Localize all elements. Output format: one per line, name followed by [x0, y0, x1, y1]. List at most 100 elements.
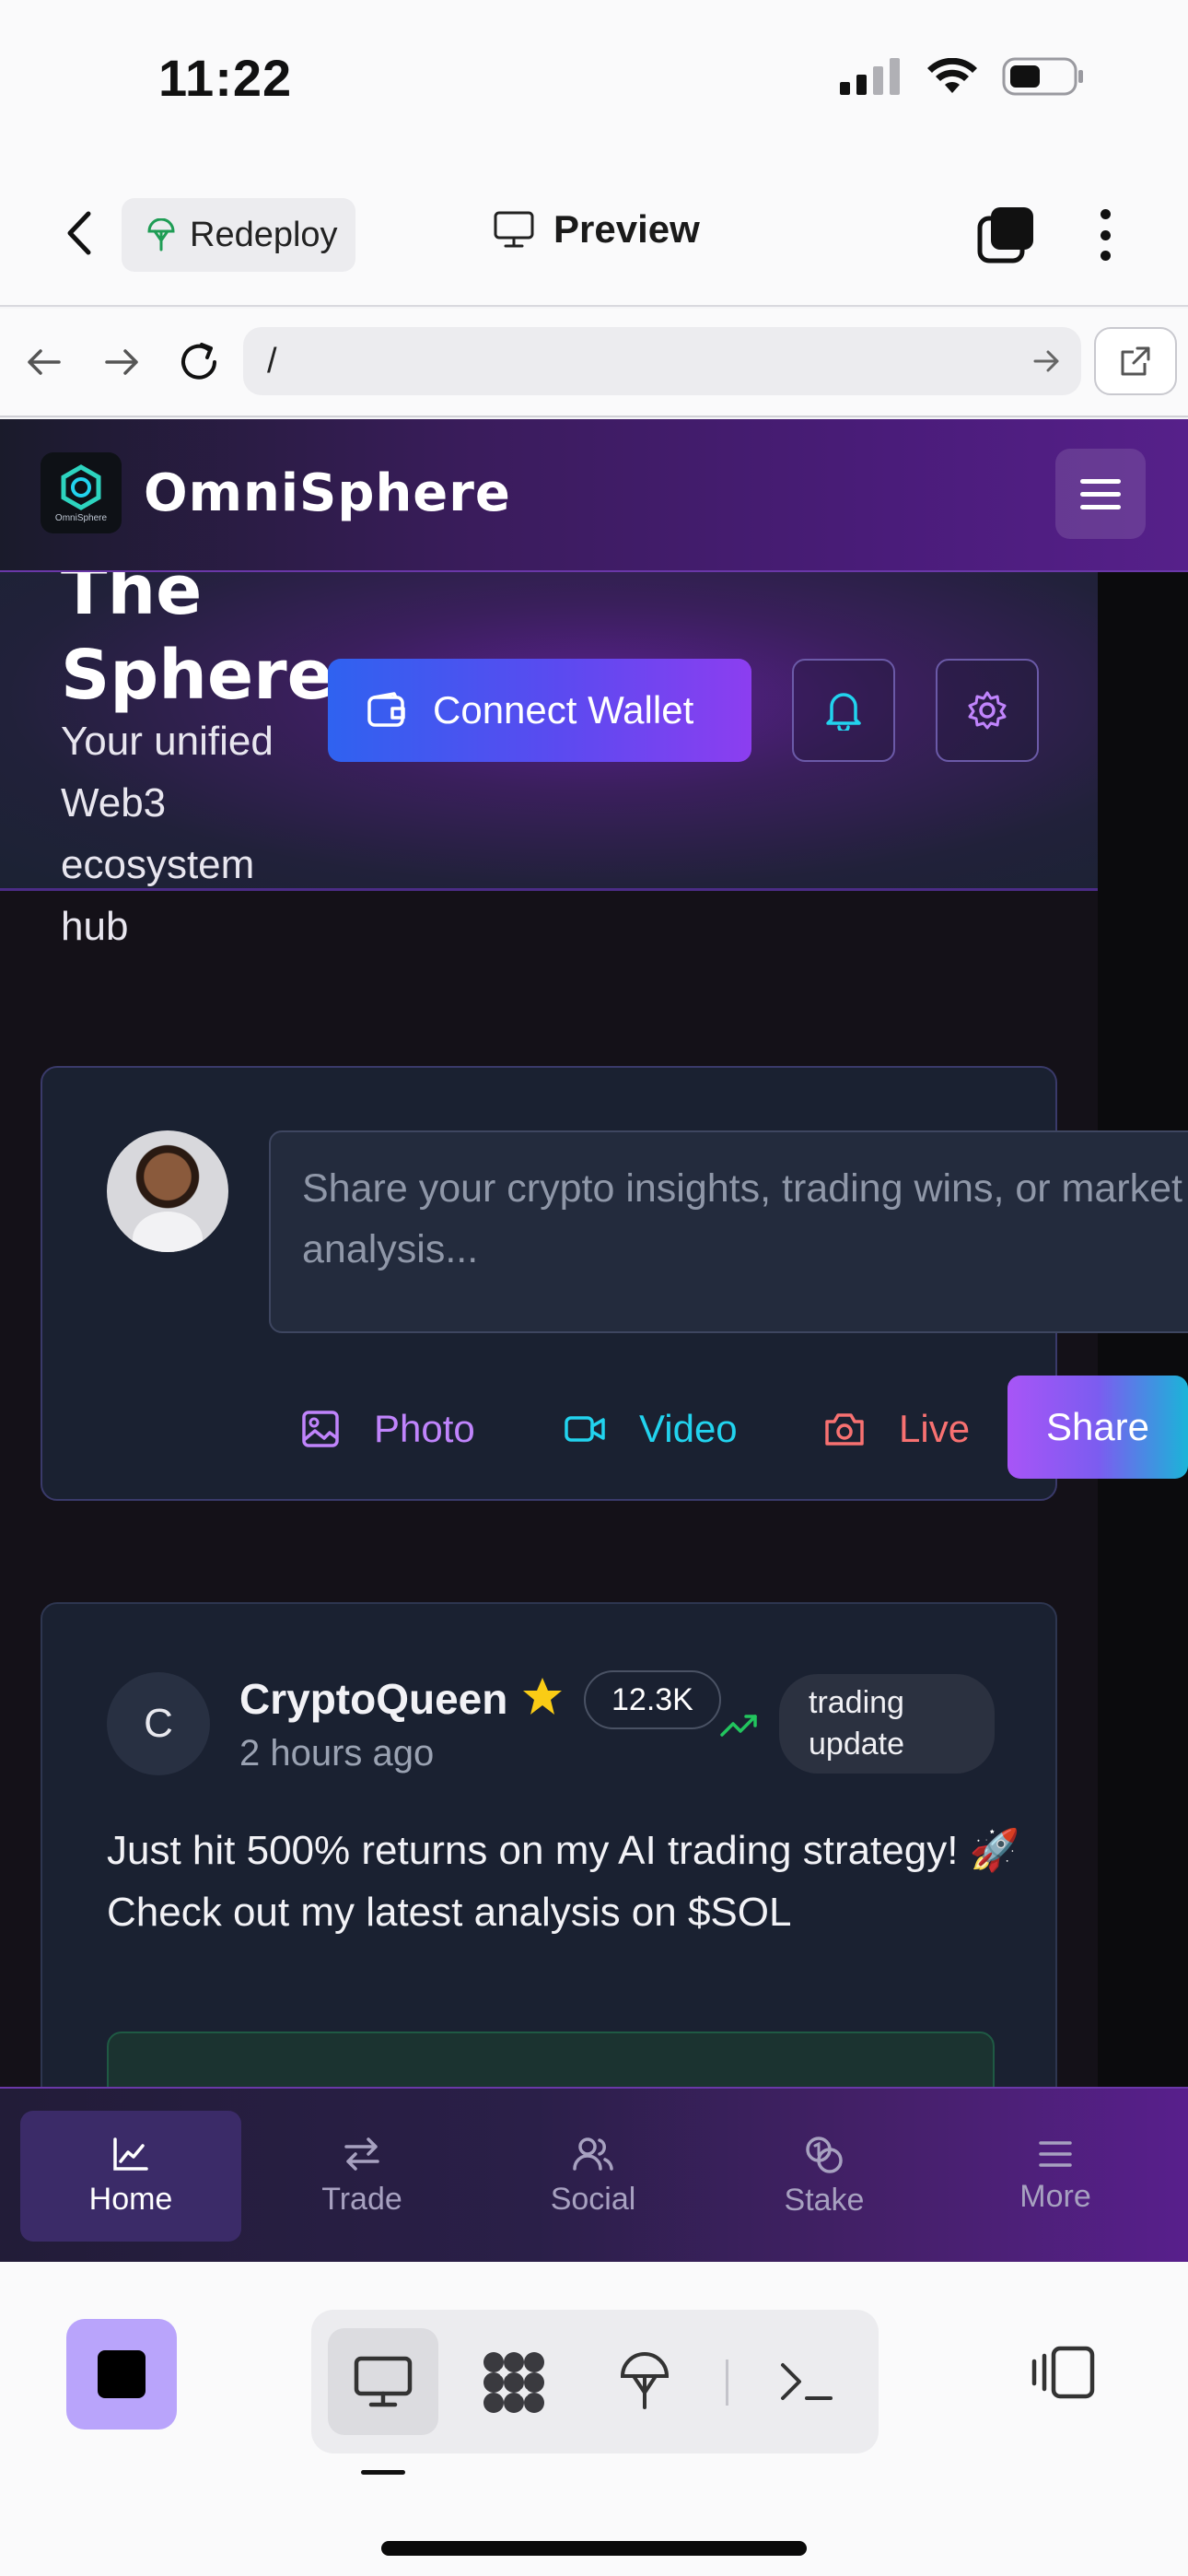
app-bar: Redeploy Preview	[0, 161, 1188, 307]
logo-caption: OmniSphere	[54, 512, 108, 523]
stop-button[interactable]	[66, 2319, 177, 2430]
deploy-icon	[620, 2352, 670, 2409]
status-icons	[840, 57, 1085, 96]
url-input[interactable]: /	[243, 327, 1081, 395]
hero-title-line2: Sphere	[61, 636, 333, 715]
live-label: Live	[899, 1407, 971, 1450]
share-button[interactable]: Share	[1007, 1376, 1188, 1479]
nav-label-more: More	[1019, 2178, 1091, 2214]
segment-divider	[726, 2359, 728, 2406]
arrow-right-icon	[105, 349, 138, 375]
editor-toolbar	[0, 2262, 1188, 2576]
view-terminal-button[interactable]	[751, 2328, 862, 2435]
view-code-button[interactable]	[459, 2328, 569, 2435]
view-preview-button[interactable]	[328, 2328, 438, 2435]
arrow-left-icon	[28, 349, 61, 375]
site-menu-button[interactable]	[1055, 449, 1146, 539]
connect-wallet-button[interactable]: Connect Wallet	[328, 659, 751, 762]
status-bar: 11:22	[0, 0, 1188, 161]
more-options-button[interactable]	[1087, 205, 1124, 264]
chevron-left-icon	[67, 211, 91, 255]
external-link-icon	[1121, 346, 1150, 376]
hero-subtitle: Your unified Web3 ecosystem hub	[61, 719, 274, 949]
redeploy-label: Redeploy	[190, 215, 338, 254]
home-indicator	[381, 2541, 807, 2556]
user-avatar[interactable]	[107, 1130, 228, 1252]
coins-icon	[806, 2136, 843, 2173]
photo-label: Photo	[374, 1407, 475, 1450]
view-deploy-button[interactable]	[589, 2328, 700, 2435]
nav-item-trade[interactable]: Trade	[251, 2111, 472, 2242]
nav-label-social: Social	[550, 2181, 636, 2217]
post-composer: Share your crypto insights, trading wins…	[41, 1066, 1188, 1501]
post-input[interactable]: Share your crypto insights, trading wins…	[269, 1130, 1188, 1333]
author-avatar[interactable]: C	[107, 1672, 210, 1775]
site-bottom-nav: Home Trade Social Stake More	[0, 2087, 1188, 2262]
browser-forward-button[interactable]	[96, 336, 147, 388]
connect-wallet-label: Connect Wallet	[433, 688, 694, 732]
post-time: 2 hours ago	[239, 1733, 435, 1774]
stop-icon	[98, 2350, 146, 2398]
gear-icon	[968, 691, 1007, 730]
photo-button[interactable]: Photo	[300, 1392, 475, 1466]
video-button[interactable]: Video	[564, 1392, 738, 1466]
video-label: Video	[639, 1407, 738, 1450]
preview-label: Preview	[553, 207, 700, 251]
monitor-icon	[494, 211, 534, 248]
settings-button[interactable]	[936, 659, 1039, 762]
battery-icon	[1002, 57, 1083, 96]
panel-toggle-button[interactable]	[1030, 2345, 1096, 2405]
arrows-exchange-icon	[344, 2137, 379, 2171]
post-tag: trading update	[779, 1674, 995, 1774]
preview-title[interactable]: Preview	[493, 207, 700, 252]
redeploy-button[interactable]: Redeploy	[122, 198, 355, 272]
browser-back-button[interactable]	[18, 336, 70, 388]
site-header: OmniSphere OmniSphere	[0, 419, 1188, 572]
nav-label-trade: Trade	[321, 2181, 402, 2217]
menu-icon	[1039, 2140, 1072, 2167]
author-name[interactable]: CryptoQueen	[239, 1674, 507, 1724]
camera-icon	[825, 1413, 864, 1446]
tabs-icon	[977, 207, 1033, 263]
web-viewport: OmniSphere OmniSphere The Sphere Your un…	[0, 419, 1188, 2262]
nav-item-more[interactable]: More	[945, 2111, 1166, 2242]
nav-item-stake[interactable]: Stake	[714, 2111, 935, 2242]
reload-button[interactable]	[173, 336, 225, 388]
trending-up-icon	[720, 1715, 757, 1737]
video-icon	[565, 1416, 605, 1442]
monitor-icon	[354, 2356, 413, 2407]
site-brand[interactable]: OmniSphere	[144, 463, 511, 523]
reload-icon	[181, 343, 216, 380]
hero-section: The Sphere Your unified Web3 ecosystem h…	[0, 551, 1098, 949]
sphere-logo-icon	[61, 463, 101, 510]
chart-line-icon	[113, 2137, 148, 2171]
tabs-button[interactable]	[976, 205, 1035, 264]
post-body: Just hit 500% returns on my AI trading s…	[107, 1828, 1020, 1935]
status-time: 11:22	[158, 49, 293, 107]
redeploy-icon	[147, 218, 175, 252]
signal-icon	[840, 58, 900, 95]
open-external-button[interactable]	[1094, 327, 1177, 395]
url-text: /	[267, 341, 277, 381]
bell-icon	[826, 693, 861, 731]
back-button[interactable]	[55, 205, 101, 261]
terminal-icon	[781, 2363, 833, 2400]
blocks-icon	[483, 2352, 544, 2413]
nav-label-home: Home	[88, 2181, 173, 2217]
notifications-button[interactable]	[792, 659, 895, 762]
url-row: /	[0, 309, 1188, 417]
active-view-indicator	[361, 2470, 405, 2475]
nav-item-home[interactable]: Home	[20, 2111, 241, 2242]
live-button[interactable]: Live	[823, 1392, 970, 1466]
image-icon	[302, 1411, 339, 1447]
nav-label-stake: Stake	[784, 2182, 865, 2218]
users-icon	[573, 2137, 613, 2171]
site-logo[interactable]: OmniSphere	[41, 452, 122, 533]
hero-title: The Sphere	[61, 548, 333, 718]
nav-item-social[interactable]: Social	[483, 2111, 704, 2242]
go-arrow-icon[interactable]	[1033, 343, 1061, 380]
wifi-icon	[927, 58, 977, 93]
panel-icon	[1031, 2346, 1095, 2399]
wallet-icon	[367, 692, 405, 727]
star-icon	[523, 1678, 562, 1715]
